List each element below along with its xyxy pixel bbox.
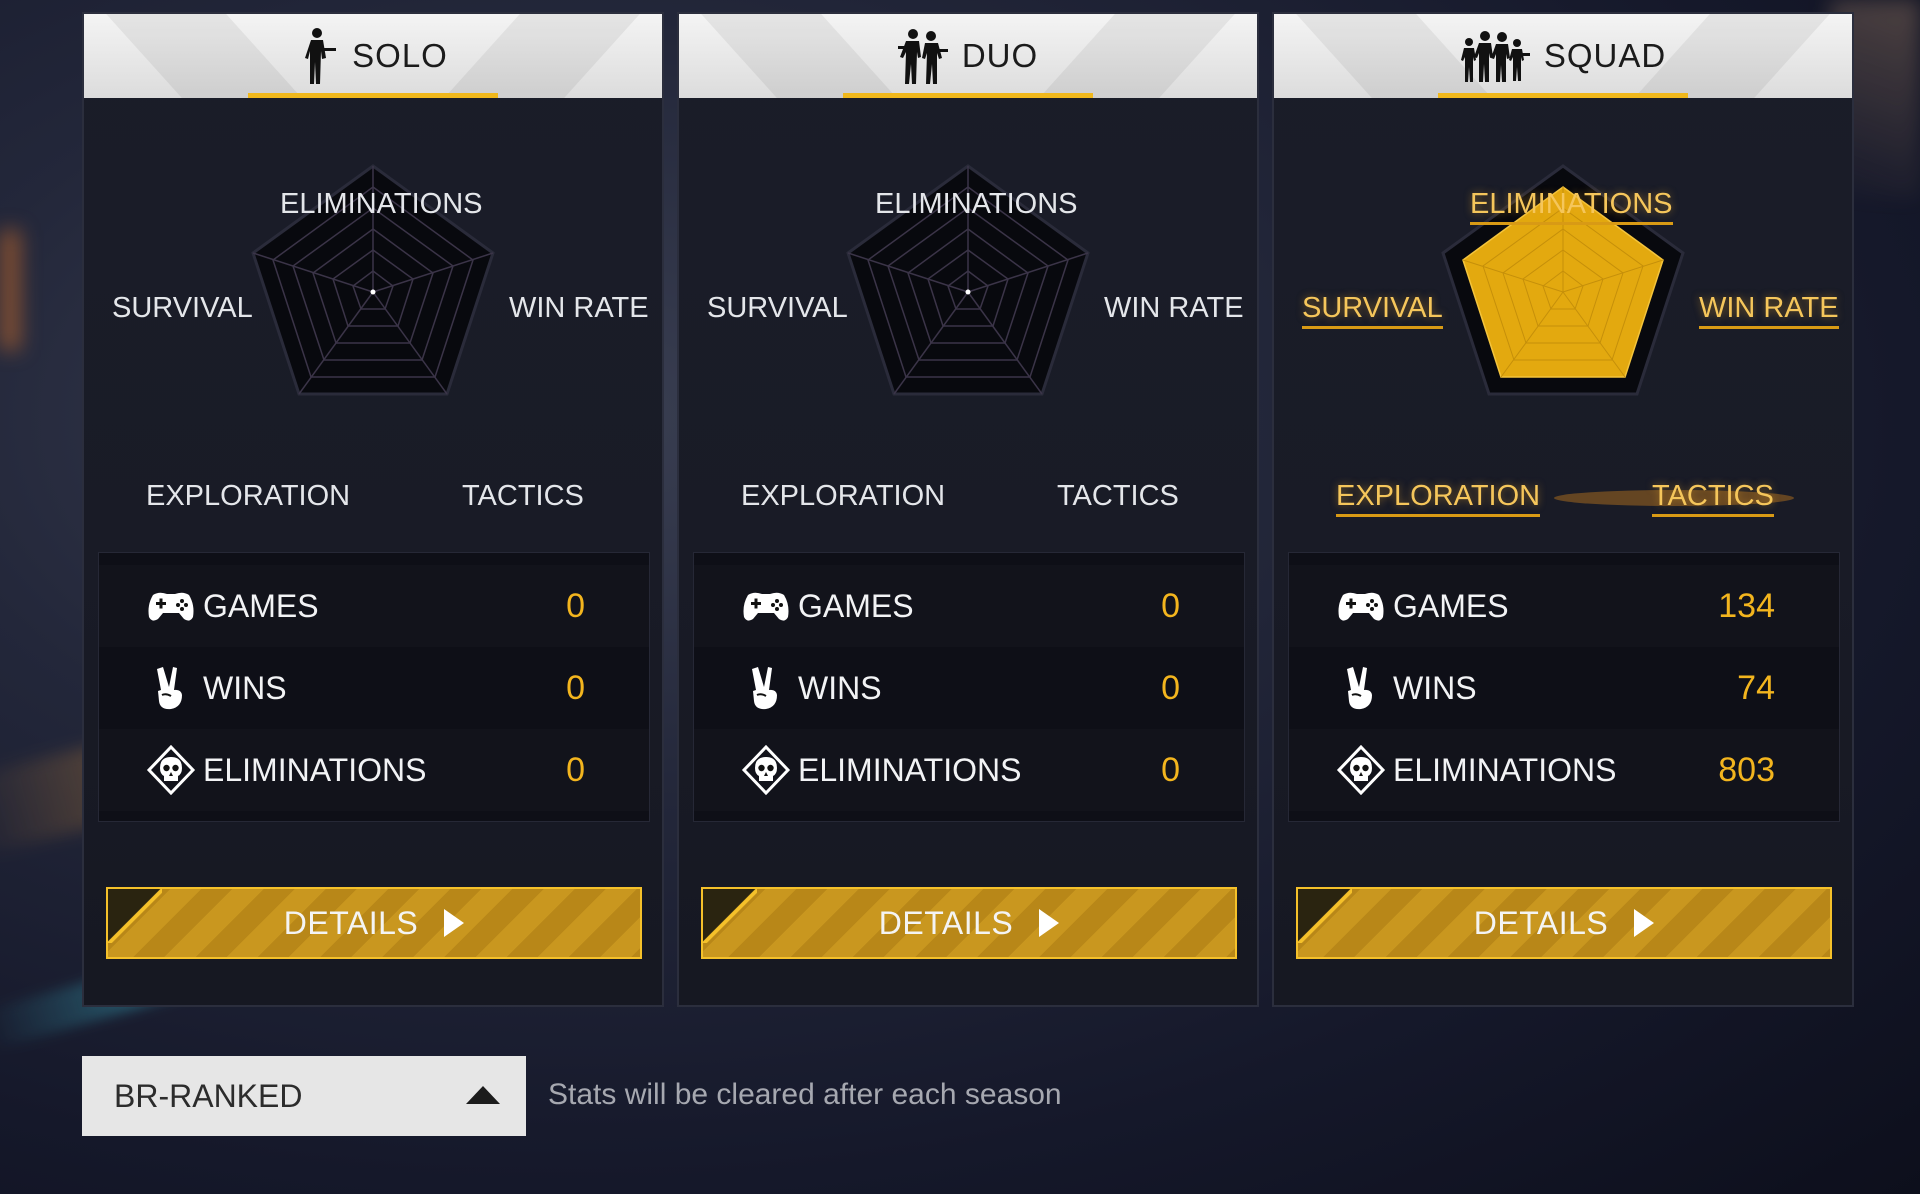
victory-hand-icon bbox=[1347, 667, 1372, 710]
skull-icon bbox=[741, 745, 791, 795]
two-soldiers-icon bbox=[897, 29, 948, 84]
gamepad-icon bbox=[1338, 592, 1384, 621]
play-arrow-icon bbox=[1634, 909, 1655, 937]
stat-value-wins: 74 bbox=[1737, 668, 1775, 707]
stat-label-wins: WINS bbox=[798, 669, 882, 706]
stat-value-eliminations: 803 bbox=[1718, 750, 1775, 789]
card-header: SOLO bbox=[84, 14, 662, 98]
stats-panel: GAMES 0 WINS 0 ELIMINATIONS 0 bbox=[98, 552, 650, 822]
radar-label-survival: SURVIVAL bbox=[112, 292, 253, 324]
stat-value-games: 0 bbox=[1161, 586, 1180, 625]
radar-label-exploration: EXPLORATION bbox=[146, 480, 351, 512]
mode-select-dropdown[interactable]: BR-RANKED bbox=[82, 1056, 526, 1136]
play-arrow-icon bbox=[1039, 909, 1060, 937]
card-header: SQUAD bbox=[1274, 14, 1852, 98]
details-label: DETAILS bbox=[878, 904, 1014, 941]
stat-value-games: 134 bbox=[1718, 586, 1775, 625]
radar-label-win-rate: WIN RATE bbox=[1699, 292, 1839, 329]
radar-label-win-rate: WIN RATE bbox=[1104, 292, 1244, 324]
stat-value-eliminations: 0 bbox=[1161, 750, 1180, 789]
mode-title: SOLO bbox=[352, 37, 448, 74]
duo-stats-card: DUO ELIMINATIONS SURVIVAL WIN RATE EXPLO… bbox=[677, 12, 1259, 1007]
stat-row-eliminations: ELIMINATIONS 803 bbox=[1289, 729, 1839, 811]
details-button[interactable]: DETAILS bbox=[106, 887, 642, 959]
radar-label-tactics: TACTICS bbox=[1652, 480, 1774, 517]
stat-row-wins: WINS 0 bbox=[694, 647, 1244, 729]
solo-stats-card: SOLO ELIMINATIONS SURVIVAL WIN RATE EXPL… bbox=[82, 12, 664, 1007]
background-light-streak bbox=[0, 230, 20, 350]
play-arrow-icon bbox=[444, 909, 465, 937]
stat-label-eliminations: ELIMINATIONS bbox=[203, 751, 427, 788]
radar-label-eliminations: ELIMINATIONS bbox=[280, 188, 483, 220]
details-button[interactable]: DETAILS bbox=[701, 887, 1237, 959]
mode-select-value: BR-RANKED bbox=[114, 1077, 303, 1114]
radar-label-survival: SURVIVAL bbox=[1302, 292, 1443, 329]
radar-label-eliminations: ELIMINATIONS bbox=[875, 188, 1078, 220]
stat-label-games: GAMES bbox=[1393, 587, 1509, 624]
caret-up-icon bbox=[466, 1086, 500, 1104]
details-button[interactable]: DETAILS bbox=[1296, 887, 1832, 959]
radar-label-win-rate: WIN RATE bbox=[509, 292, 649, 324]
skull-icon bbox=[1336, 745, 1386, 795]
stats-panel: GAMES 134 WINS 74 ELIMINATIONS 803 bbox=[1288, 552, 1840, 822]
radar-label-eliminations: ELIMINATIONS bbox=[1470, 188, 1673, 225]
stat-row-eliminations: ELIMINATIONS 0 bbox=[694, 729, 1244, 811]
radar-label-exploration: EXPLORATION bbox=[1336, 480, 1541, 517]
radar-chart: ELIMINATIONS SURVIVAL WIN RATE EXPLORATI… bbox=[84, 134, 662, 534]
stat-value-wins: 0 bbox=[566, 668, 585, 707]
details-label: DETAILS bbox=[1473, 904, 1609, 941]
stat-label-wins: WINS bbox=[203, 669, 287, 706]
radar-chart: ELIMINATIONS SURVIVAL WIN RATE EXPLORATI… bbox=[679, 134, 1257, 534]
skull-icon bbox=[146, 745, 196, 795]
radar-label-tactics: TACTICS bbox=[1057, 480, 1179, 512]
season-reset-note: Stats will be cleared after each season bbox=[548, 1078, 1062, 1111]
stat-label-eliminations: ELIMINATIONS bbox=[798, 751, 1022, 788]
radar-chart: ELIMINATIONS SURVIVAL WIN RATE EXPLORATI… bbox=[1274, 134, 1852, 534]
stat-row-eliminations: ELIMINATIONS 0 bbox=[99, 729, 649, 811]
stat-label-games: GAMES bbox=[798, 587, 914, 624]
single-soldier-icon bbox=[305, 28, 337, 84]
stat-value-eliminations: 0 bbox=[566, 750, 585, 789]
stat-row-games: GAMES 134 bbox=[1289, 565, 1839, 647]
stat-value-games: 0 bbox=[566, 586, 585, 625]
stat-label-games: GAMES bbox=[203, 587, 319, 624]
radar-label-survival: SURVIVAL bbox=[707, 292, 848, 324]
mode-title: SQUAD bbox=[1543, 37, 1667, 74]
stat-row-wins: WINS 74 bbox=[1289, 647, 1839, 729]
stat-label-wins: WINS bbox=[1393, 669, 1477, 706]
stats-panel: GAMES 0 WINS 0 ELIMINATIONS 0 bbox=[693, 552, 1245, 822]
victory-hand-icon bbox=[752, 667, 777, 710]
details-label: DETAILS bbox=[283, 904, 419, 941]
stat-row-wins: WINS 0 bbox=[99, 647, 649, 729]
stat-value-wins: 0 bbox=[1161, 668, 1180, 707]
squad-stats-card: SQUAD ELIMINATIONS SURVIVAL WIN RATE EXP… bbox=[1272, 12, 1854, 1007]
stat-row-games: GAMES 0 bbox=[694, 565, 1244, 647]
victory-hand-icon bbox=[157, 667, 182, 710]
card-header: DUO bbox=[679, 14, 1257, 98]
mode-title: DUO bbox=[961, 37, 1039, 74]
stat-label-eliminations: ELIMINATIONS bbox=[1393, 751, 1617, 788]
four-soldiers-icon bbox=[1460, 31, 1530, 82]
gamepad-icon bbox=[148, 592, 194, 621]
stat-row-games: GAMES 0 bbox=[99, 565, 649, 647]
gamepad-icon bbox=[743, 592, 789, 621]
radar-label-tactics: TACTICS bbox=[462, 480, 584, 512]
radar-label-exploration: EXPLORATION bbox=[741, 480, 946, 512]
